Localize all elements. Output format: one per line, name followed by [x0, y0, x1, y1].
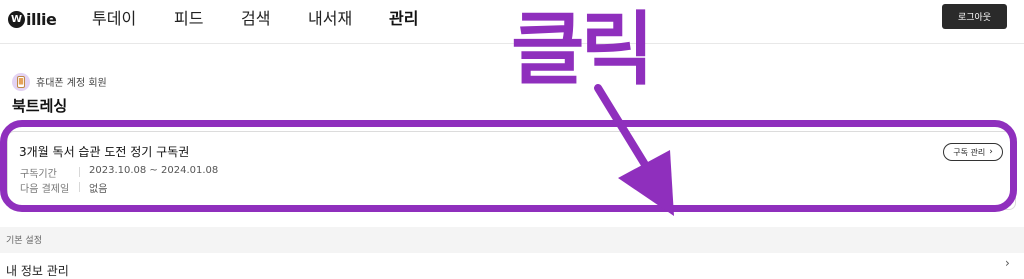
next-payment-value: 없음 [89, 184, 108, 195]
divider [79, 182, 80, 192]
logo-text: illie [26, 9, 57, 29]
nav-feed[interactable]: 피드 [174, 5, 203, 28]
logo-mark-icon: W [8, 10, 25, 28]
divider [79, 167, 80, 177]
period-value: 2023.10.08 ~ 2024.01.08 [89, 165, 219, 176]
nav-today[interactable]: 투데이 [92, 5, 136, 28]
next-payment-label: 다음 결제일 [20, 184, 70, 195]
chevron-right-icon[interactable]: › [1005, 256, 1010, 270]
logout-button[interactable]: 로그아웃 [942, 4, 1007, 29]
subscription-title: 3개월 독서 습관 도전 정기 구독권 [19, 145, 190, 159]
nav-manage[interactable]: 관리 [389, 5, 418, 28]
period-label: 구독기간 [20, 169, 57, 180]
settings-section-title: 기본 설정 [6, 236, 42, 246]
nav-search[interactable]: 검색 [241, 5, 270, 28]
manage-subscription-label: 구독 관리 [953, 147, 986, 157]
page-title: 북트레싱 [12, 97, 68, 115]
chevron-right-icon: › [989, 147, 993, 157]
manage-subscription-button[interactable]: 구독 관리 › [943, 143, 1003, 161]
nav-library[interactable]: 내서재 [308, 5, 352, 28]
my-info-menu-item[interactable]: 내 정보 관리 [6, 262, 69, 279]
annotation-arrow-icon [594, 84, 674, 216]
member-info: 휴대폰 계정 회원 [12, 72, 107, 91]
member-type-label: 휴대폰 계정 회원 [36, 78, 107, 89]
settings-section-header [0, 227, 1024, 253]
millie-logo[interactable]: W illie [8, 8, 57, 30]
phone-icon [12, 72, 30, 91]
